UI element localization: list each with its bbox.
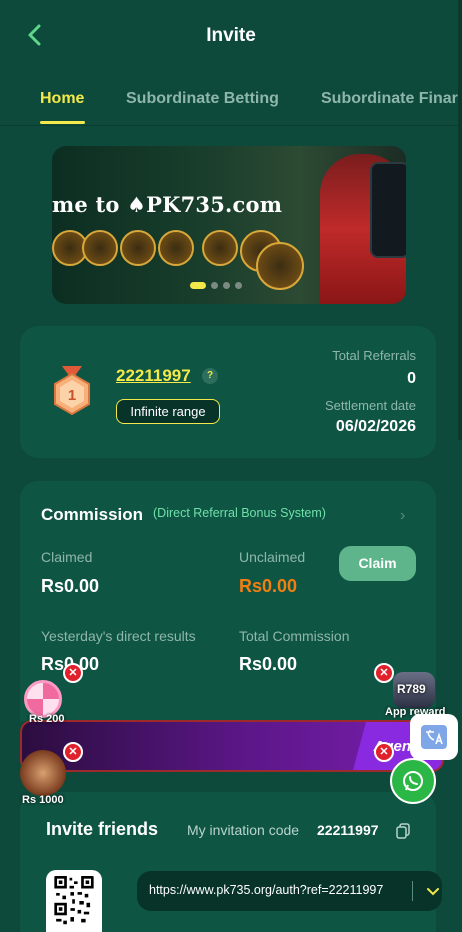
commission-title: Commission <box>41 505 144 524</box>
carousel-dot[interactable] <box>235 282 242 289</box>
referral-card: 1 22211997 ? Infinite range Total Referr… <box>20 326 436 458</box>
user-id[interactable]: 22211997 <box>116 366 191 386</box>
translate-glyph-icon <box>421 725 447 749</box>
game-icon <box>158 230 194 266</box>
tab-subordinate-betting[interactable]: Subordinate Betting <box>126 90 279 108</box>
qr-code <box>46 870 102 932</box>
copy-icon[interactable] <box>396 823 410 839</box>
range-badge: Infinite range <box>116 399 220 424</box>
chevron-right-icon[interactable]: › <box>400 507 405 525</box>
tab-bar: Home Subordinate Betting Subordinate Fin… <box>0 72 462 126</box>
svg-text:1: 1 <box>68 387 76 404</box>
close-promo-icon[interactable]: ✕ <box>63 742 83 762</box>
close-app-icon[interactable]: ✕ <box>374 663 394 683</box>
invite-link-field[interactable]: https://www.pk735.org/auth?ref=22211997 <box>137 871 442 911</box>
avatar-reward-label: Rs 1000 <box>22 794 64 806</box>
invite-friends-card: Invite friends My invitation code 222119… <box>20 792 442 932</box>
whatsapp-icon[interactable] <box>390 758 436 804</box>
tab-subordinate-finance[interactable]: Subordinate Finar <box>321 90 458 108</box>
promo-banner[interactable]: me to ♠PK735.com <box>52 146 406 304</box>
fortune-gems-icon <box>256 242 304 290</box>
active-tab-indicator <box>40 121 85 124</box>
invitation-code-value: 22211997 <box>317 822 379 838</box>
scrollbar[interactable] <box>458 0 462 440</box>
carousel-dot[interactable] <box>223 282 230 289</box>
claimed-label: Claimed <box>41 549 93 565</box>
claim-button[interactable]: Claim <box>339 546 416 581</box>
unclaimed-value: Rs0.00 <box>239 576 298 596</box>
close-wheel-icon[interactable]: ✕ <box>63 663 83 683</box>
carousel-dots <box>190 282 242 289</box>
claimed-value: Rs0.00 <box>41 576 100 596</box>
whatsapp-glyph-icon <box>403 771 423 791</box>
banner-text: me to ♠PK735.com <box>52 192 283 217</box>
header-bar: Invite <box>0 0 462 70</box>
settlement-date-label: Settlement date <box>324 398 416 413</box>
tab-home[interactable]: Home <box>40 90 84 108</box>
total-commission-label: Total Commission <box>239 628 350 644</box>
close-agent-icon[interactable]: ✕ <box>374 742 394 762</box>
help-icon[interactable]: ? <box>202 368 218 384</box>
divider <box>412 881 413 901</box>
total-referrals-value: 0 <box>407 370 416 387</box>
invite-title: Invite friends <box>46 819 159 839</box>
commission-card: Commission (Direct Referral Bonus System… <box>20 481 436 721</box>
page-title: Invite <box>206 25 256 46</box>
carousel-dot[interactable] <box>211 282 218 289</box>
translate-icon[interactable] <box>410 714 458 760</box>
app-brand-label: R789 <box>397 682 426 696</box>
settlement-date-value: 06/02/2026 <box>335 418 416 435</box>
invite-link-text: https://www.pk735.org/auth?ref=22211997 <box>149 883 384 897</box>
game-icon <box>202 230 238 266</box>
game-icon <box>82 230 118 266</box>
app-download-icon[interactable]: R789 <box>393 672 435 708</box>
medal-icon: 1 <box>54 366 90 416</box>
invitation-code-label: My invitation code <box>187 822 300 838</box>
wheel-reward-label: Rs 200 <box>29 713 65 725</box>
phone-image <box>370 162 406 258</box>
commission-subtitle: (Direct Referral Bonus System) <box>153 506 326 520</box>
bonus-avatar-icon[interactable] <box>20 750 66 796</box>
game-icon <box>120 230 156 266</box>
yesterday-results-label: Yesterday's direct results <box>41 628 196 644</box>
chevron-down-icon[interactable] <box>426 887 440 897</box>
total-referrals-label: Total Referrals <box>332 348 416 363</box>
carousel-dot[interactable] <box>190 282 206 289</box>
unclaimed-label: Unclaimed <box>239 549 306 565</box>
total-commission-value: Rs0.00 <box>239 654 298 674</box>
